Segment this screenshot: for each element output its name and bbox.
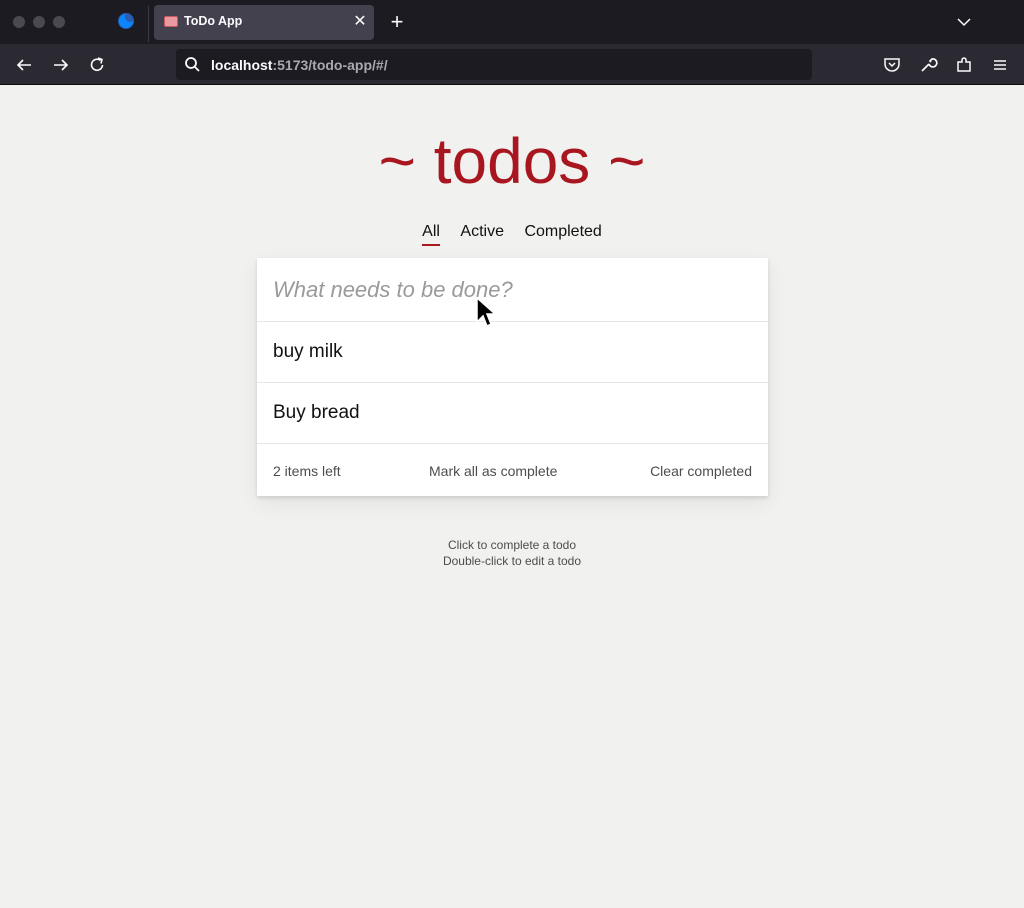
firefox-view-icon[interactable] xyxy=(117,12,135,30)
url-path: :5173/todo-app/#/ xyxy=(272,57,388,73)
browser-tab-bar: ToDo App ✕ + xyxy=(0,0,1024,44)
divider xyxy=(257,443,768,444)
help-line-complete: Click to complete a todo xyxy=(447,538,577,552)
tab-title: ToDo App xyxy=(184,14,243,28)
help-info: Click to complete a todo Double-click to… xyxy=(0,537,1024,569)
filter-all[interactable]: All xyxy=(422,223,440,246)
window-close-dot[interactable] xyxy=(13,16,25,28)
mark-all-complete-button[interactable]: Mark all as complete xyxy=(429,463,557,479)
forward-arrow-icon[interactable] xyxy=(50,54,72,76)
browser-nav-bar: localhost:5173/todo-app/#/ xyxy=(0,44,1024,85)
page-viewport: ~ todos ~ All Active Completed buy milk … xyxy=(0,85,1024,908)
tab-favicon-icon xyxy=(164,16,178,27)
url-text[interactable]: localhost:5173/todo-app/#/ xyxy=(211,57,388,73)
tab-separator xyxy=(148,6,149,42)
items-left-count: 2 items left xyxy=(273,463,341,479)
pocket-icon[interactable] xyxy=(881,54,903,76)
wrench-icon[interactable] xyxy=(917,54,939,76)
reload-icon[interactable] xyxy=(86,54,108,76)
new-tab-button[interactable]: + xyxy=(386,11,408,33)
window-minimize-dot[interactable] xyxy=(33,16,45,28)
url-bar[interactable]: localhost:5173/todo-app/#/ xyxy=(176,49,812,80)
chevron-down-icon[interactable] xyxy=(954,12,974,32)
tab-close-icon[interactable]: ✕ xyxy=(350,12,370,32)
search-icon xyxy=(185,57,200,72)
todo-footer: 2 items left Mark all as complete Clear … xyxy=(257,445,768,496)
todo-item[interactable]: Buy bread xyxy=(257,383,768,443)
back-arrow-icon[interactable] xyxy=(13,54,35,76)
filter-completed[interactable]: Completed xyxy=(524,223,601,246)
mouse-pointer-icon xyxy=(476,296,497,328)
todo-card: buy milk Buy bread 2 items left Mark all… xyxy=(257,258,768,496)
app-title: ~ todos ~ xyxy=(378,125,646,197)
filter-bar: All Active Completed xyxy=(0,223,1024,246)
hamburger-menu-icon[interactable] xyxy=(989,54,1011,76)
todo-label: Buy bread xyxy=(273,402,360,423)
filter-active[interactable]: Active xyxy=(460,223,504,246)
help-line-edit: Double-click to edit a todo xyxy=(442,554,582,568)
window-zoom-dot[interactable] xyxy=(53,16,65,28)
url-host: localhost xyxy=(211,57,273,73)
todo-item[interactable]: buy milk xyxy=(257,322,768,382)
new-todo-input[interactable] xyxy=(257,258,768,321)
browser-tab-active[interactable]: ToDo App ✕ xyxy=(154,5,374,40)
clear-completed-button[interactable]: Clear completed xyxy=(650,463,752,479)
extensions-puzzle-icon[interactable] xyxy=(953,54,975,76)
todo-label: buy milk xyxy=(273,341,343,362)
